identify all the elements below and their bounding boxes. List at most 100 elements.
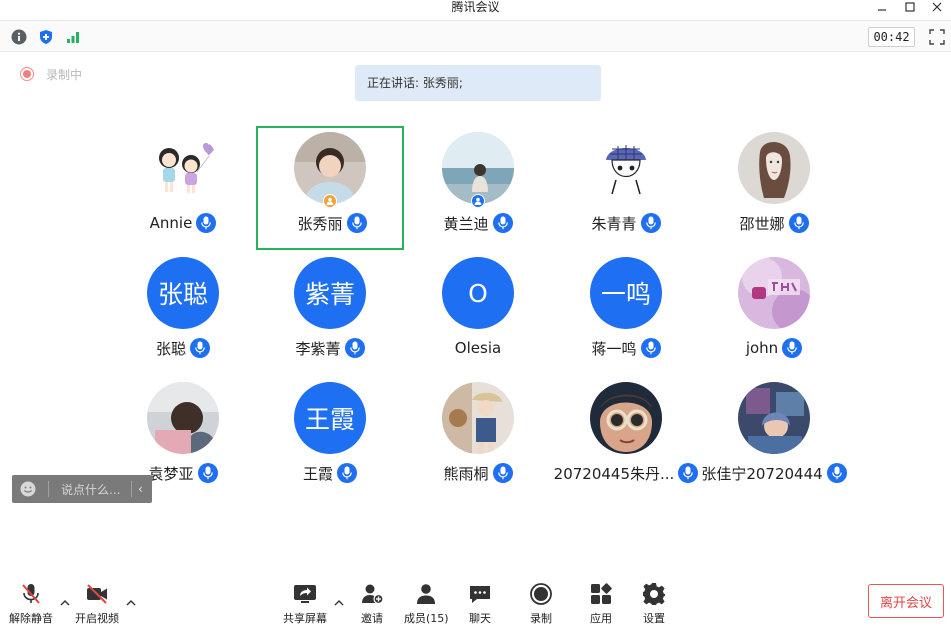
chat-divider [48, 481, 49, 497]
mic-icon [678, 463, 699, 483]
avatar [147, 382, 219, 454]
invite-label: 邀请 [361, 612, 383, 625]
mic-icon [337, 463, 357, 483]
settings-button[interactable]: 设置 [642, 582, 666, 626]
host-badge-icon [323, 194, 337, 208]
avatar-initials: 王霞 [294, 382, 366, 454]
share-screen-icon [294, 585, 316, 603]
participant-tile[interactable]: 一鸣 蒋一鸣 [552, 251, 700, 375]
title-bar: 腾讯会议 [0, 0, 951, 20]
participant-name-row: 邵世娜 [700, 212, 848, 234]
chat-divider [131, 481, 132, 497]
emoji-icon[interactable] [20, 481, 36, 497]
mic-icon [196, 213, 217, 233]
participant-name: 张秀丽 [297, 214, 343, 233]
participant-name: Annie [149, 214, 193, 232]
chevron-left-icon[interactable]: ‹ [138, 482, 143, 496]
participant-tile[interactable]: john [700, 251, 848, 375]
participant-tile[interactable]: Annie [109, 126, 257, 250]
participant-tile[interactable]: 张佳宁20720444 [700, 376, 848, 500]
chat-quick-input[interactable]: 说点什么... ‹ [12, 475, 152, 503]
apps-button[interactable]: 应用 [589, 582, 613, 626]
mic-icon [640, 213, 661, 233]
minimize-icon[interactable] [870, 0, 894, 14]
participant-name: 张聪 [155, 339, 186, 358]
participant-tile-active-speaker[interactable]: 张秀丽 [256, 126, 404, 250]
participant-name: 20720445朱丹... [553, 464, 675, 483]
members-button[interactable]: 成员(15) [404, 582, 449, 626]
participant-name: 朱青青 [591, 214, 637, 233]
participant-tile[interactable]: 黄兰迪 [404, 126, 552, 250]
invite-button[interactable]: 邀请 [360, 582, 384, 626]
info-icon[interactable] [10, 28, 28, 46]
chevron-up-icon[interactable] [125, 594, 137, 606]
leave-meeting-button[interactable]: 离开会议 [868, 584, 944, 618]
avatar [590, 132, 662, 204]
start-video-button[interactable]: 开启视频 [75, 582, 119, 626]
avatar-initials: 张聪 [147, 257, 219, 329]
participant-name-row: 黄兰迪 [404, 212, 552, 234]
participant-name-row: 朱青青 [552, 212, 700, 234]
maximize-icon[interactable] [898, 0, 922, 14]
participant-name-row: 熊雨桐 [404, 462, 552, 484]
mic-icon [346, 213, 367, 233]
shield-icon[interactable] [37, 28, 55, 46]
gear-icon [643, 583, 665, 605]
participant-tile[interactable]: 熊雨桐 [404, 376, 552, 500]
participant-name: 袁梦亚 [148, 464, 194, 483]
unmute-button[interactable]: 解除静音 [9, 582, 53, 626]
participant-name: 熊雨桐 [443, 464, 489, 483]
mic-icon [492, 463, 513, 483]
participant-name-row: Annie [109, 212, 257, 234]
mic-icon [492, 213, 513, 233]
avatar [738, 257, 810, 329]
participant-tile[interactable]: 邵世娜 [700, 126, 848, 250]
mic-icon [197, 463, 218, 483]
chat-placeholder[interactable]: 说点什么... [61, 481, 121, 498]
status-bar: 00:42 [0, 20, 951, 52]
participant-name-row: 20720445朱丹... [552, 462, 700, 484]
meeting-window: 腾讯会议 00:42 录制中 正在讲话: 张秀丽; Annie 张秀丽 黄兰迪 … [0, 0, 951, 630]
participant-tile[interactable]: 20720445朱丹... [552, 376, 700, 500]
participant-name: 邵世娜 [739, 214, 785, 233]
chevron-up-icon[interactable] [333, 594, 345, 606]
participant-name: 张佳宁20720444 [701, 464, 823, 483]
avatar-initials: 一鸣 [590, 257, 662, 329]
participant-tile[interactable]: 张聪 张聪 [109, 251, 257, 375]
mic-icon [190, 338, 210, 358]
apps-grid-icon [591, 583, 612, 604]
recording-dot-icon [20, 67, 34, 81]
participant-name: 李紫菁 [295, 339, 341, 358]
participant-name-row: 蒋一鸣 [552, 337, 700, 359]
avatar [590, 382, 662, 454]
avatar [738, 132, 810, 204]
apps-label: 应用 [590, 612, 612, 625]
participant-name-row: 王霞 [256, 462, 404, 484]
mic-icon [782, 338, 803, 358]
participant-name-row: 张佳宁20720444 [700, 462, 848, 484]
signal-icon[interactable] [64, 28, 82, 46]
avatar-initials: O [442, 257, 514, 329]
add-person-icon [362, 584, 384, 605]
share-screen-button[interactable]: 共享屏幕 [283, 582, 327, 626]
fullscreen-icon[interactable] [928, 28, 946, 46]
close-icon[interactable] [925, 0, 949, 14]
record-icon [530, 583, 552, 605]
window-title: 腾讯会议 [451, 0, 500, 14]
chat-button[interactable]: 聊天 [468, 582, 492, 626]
record-label: 录制 [530, 612, 552, 625]
participant-tile[interactable]: 紫菁 李紫菁 [256, 251, 404, 375]
participant-tile[interactable]: 王霞 王霞 [256, 376, 404, 500]
record-button[interactable]: 录制 [529, 582, 553, 626]
participant-tile[interactable]: 朱青青 [552, 126, 700, 250]
participant-name: 蒋一鸣 [591, 339, 637, 358]
person-icon [417, 584, 436, 604]
mic-muted-icon [22, 584, 40, 604]
participant-name-row: 李紫菁 [256, 337, 404, 359]
participant-tile[interactable]: O Olesia [404, 251, 552, 375]
chevron-up-icon[interactable] [59, 594, 71, 606]
participant-name-row: 张聪 [109, 337, 257, 359]
chat-label: 聊天 [469, 612, 491, 625]
participant-name: 黄兰迪 [443, 214, 489, 233]
start-video-label: 开启视频 [75, 612, 119, 625]
